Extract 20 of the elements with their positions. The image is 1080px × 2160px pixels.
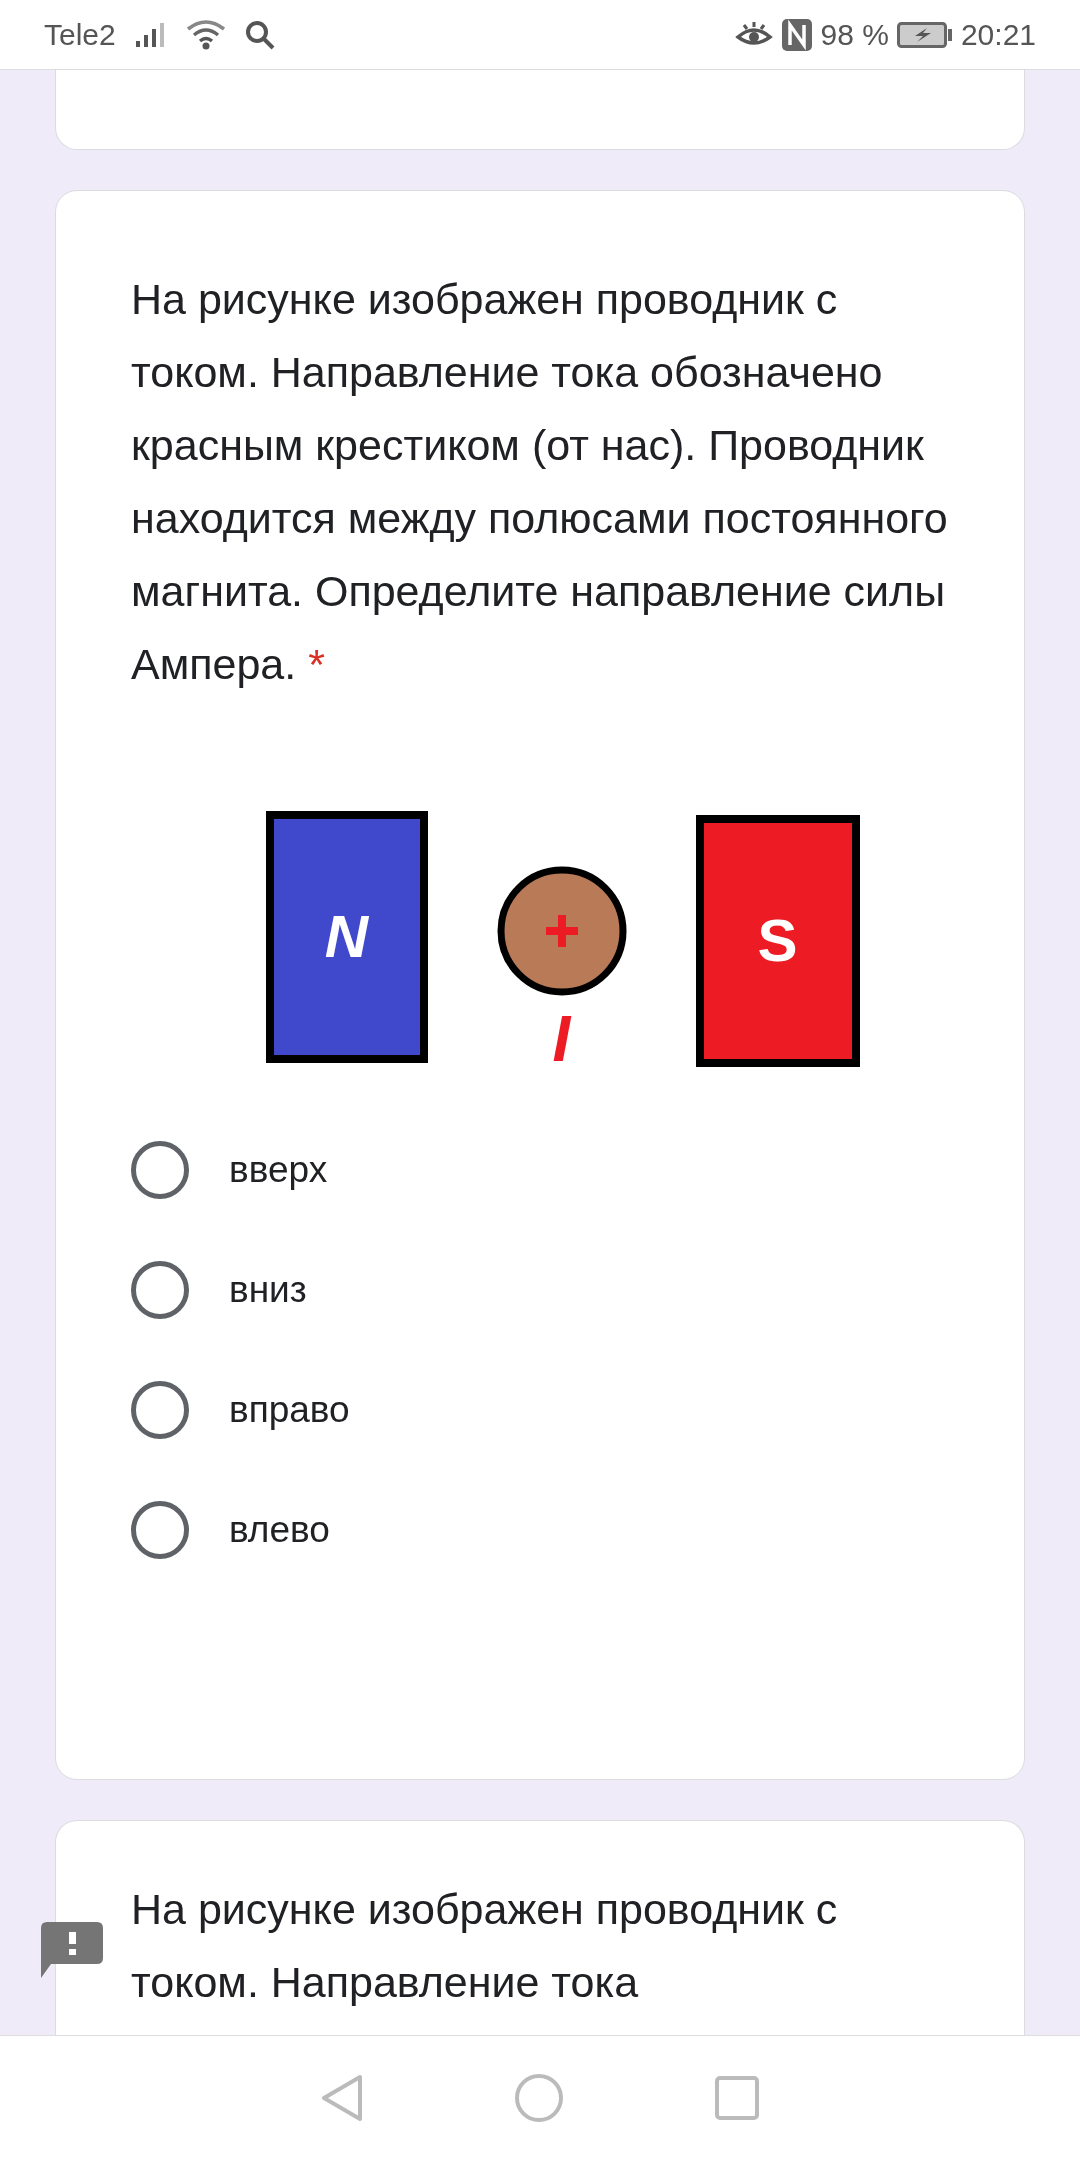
- pole-label: S: [757, 906, 798, 976]
- search-icon: [243, 18, 276, 51]
- radio-button[interactable]: [131, 1261, 189, 1319]
- wifi-icon: [185, 18, 226, 51]
- pole-label: N: [324, 902, 369, 972]
- radio-button[interactable]: [131, 1381, 189, 1439]
- radio-button[interactable]: [131, 1501, 189, 1559]
- battery-charging-icon: [896, 21, 953, 48]
- option-label: влево: [229, 1508, 330, 1553]
- battery-percent: 98 %: [820, 17, 889, 53]
- option-label: вправо: [229, 1388, 350, 1433]
- clock: 20:21: [960, 17, 1036, 53]
- question-text: На рисунке изображен проводник с током. Направление тока обозначено красным крестиком (от нас). Проводник находится между полюсами постоянного магнита. Определите направление силы Ампера. *: [131, 274, 949, 690]
- option-label: вверх: [229, 1148, 328, 1193]
- carrier-name: Tele2: [44, 17, 116, 53]
- current-label: I: [552, 1007, 571, 1071]
- question-text: На рисунке изображен проводник с током. Направление тока: [131, 1884, 839, 2008]
- nfc-icon: [780, 17, 813, 52]
- radio-button[interactable]: [131, 1141, 189, 1199]
- option-label: вниз: [229, 1268, 307, 1313]
